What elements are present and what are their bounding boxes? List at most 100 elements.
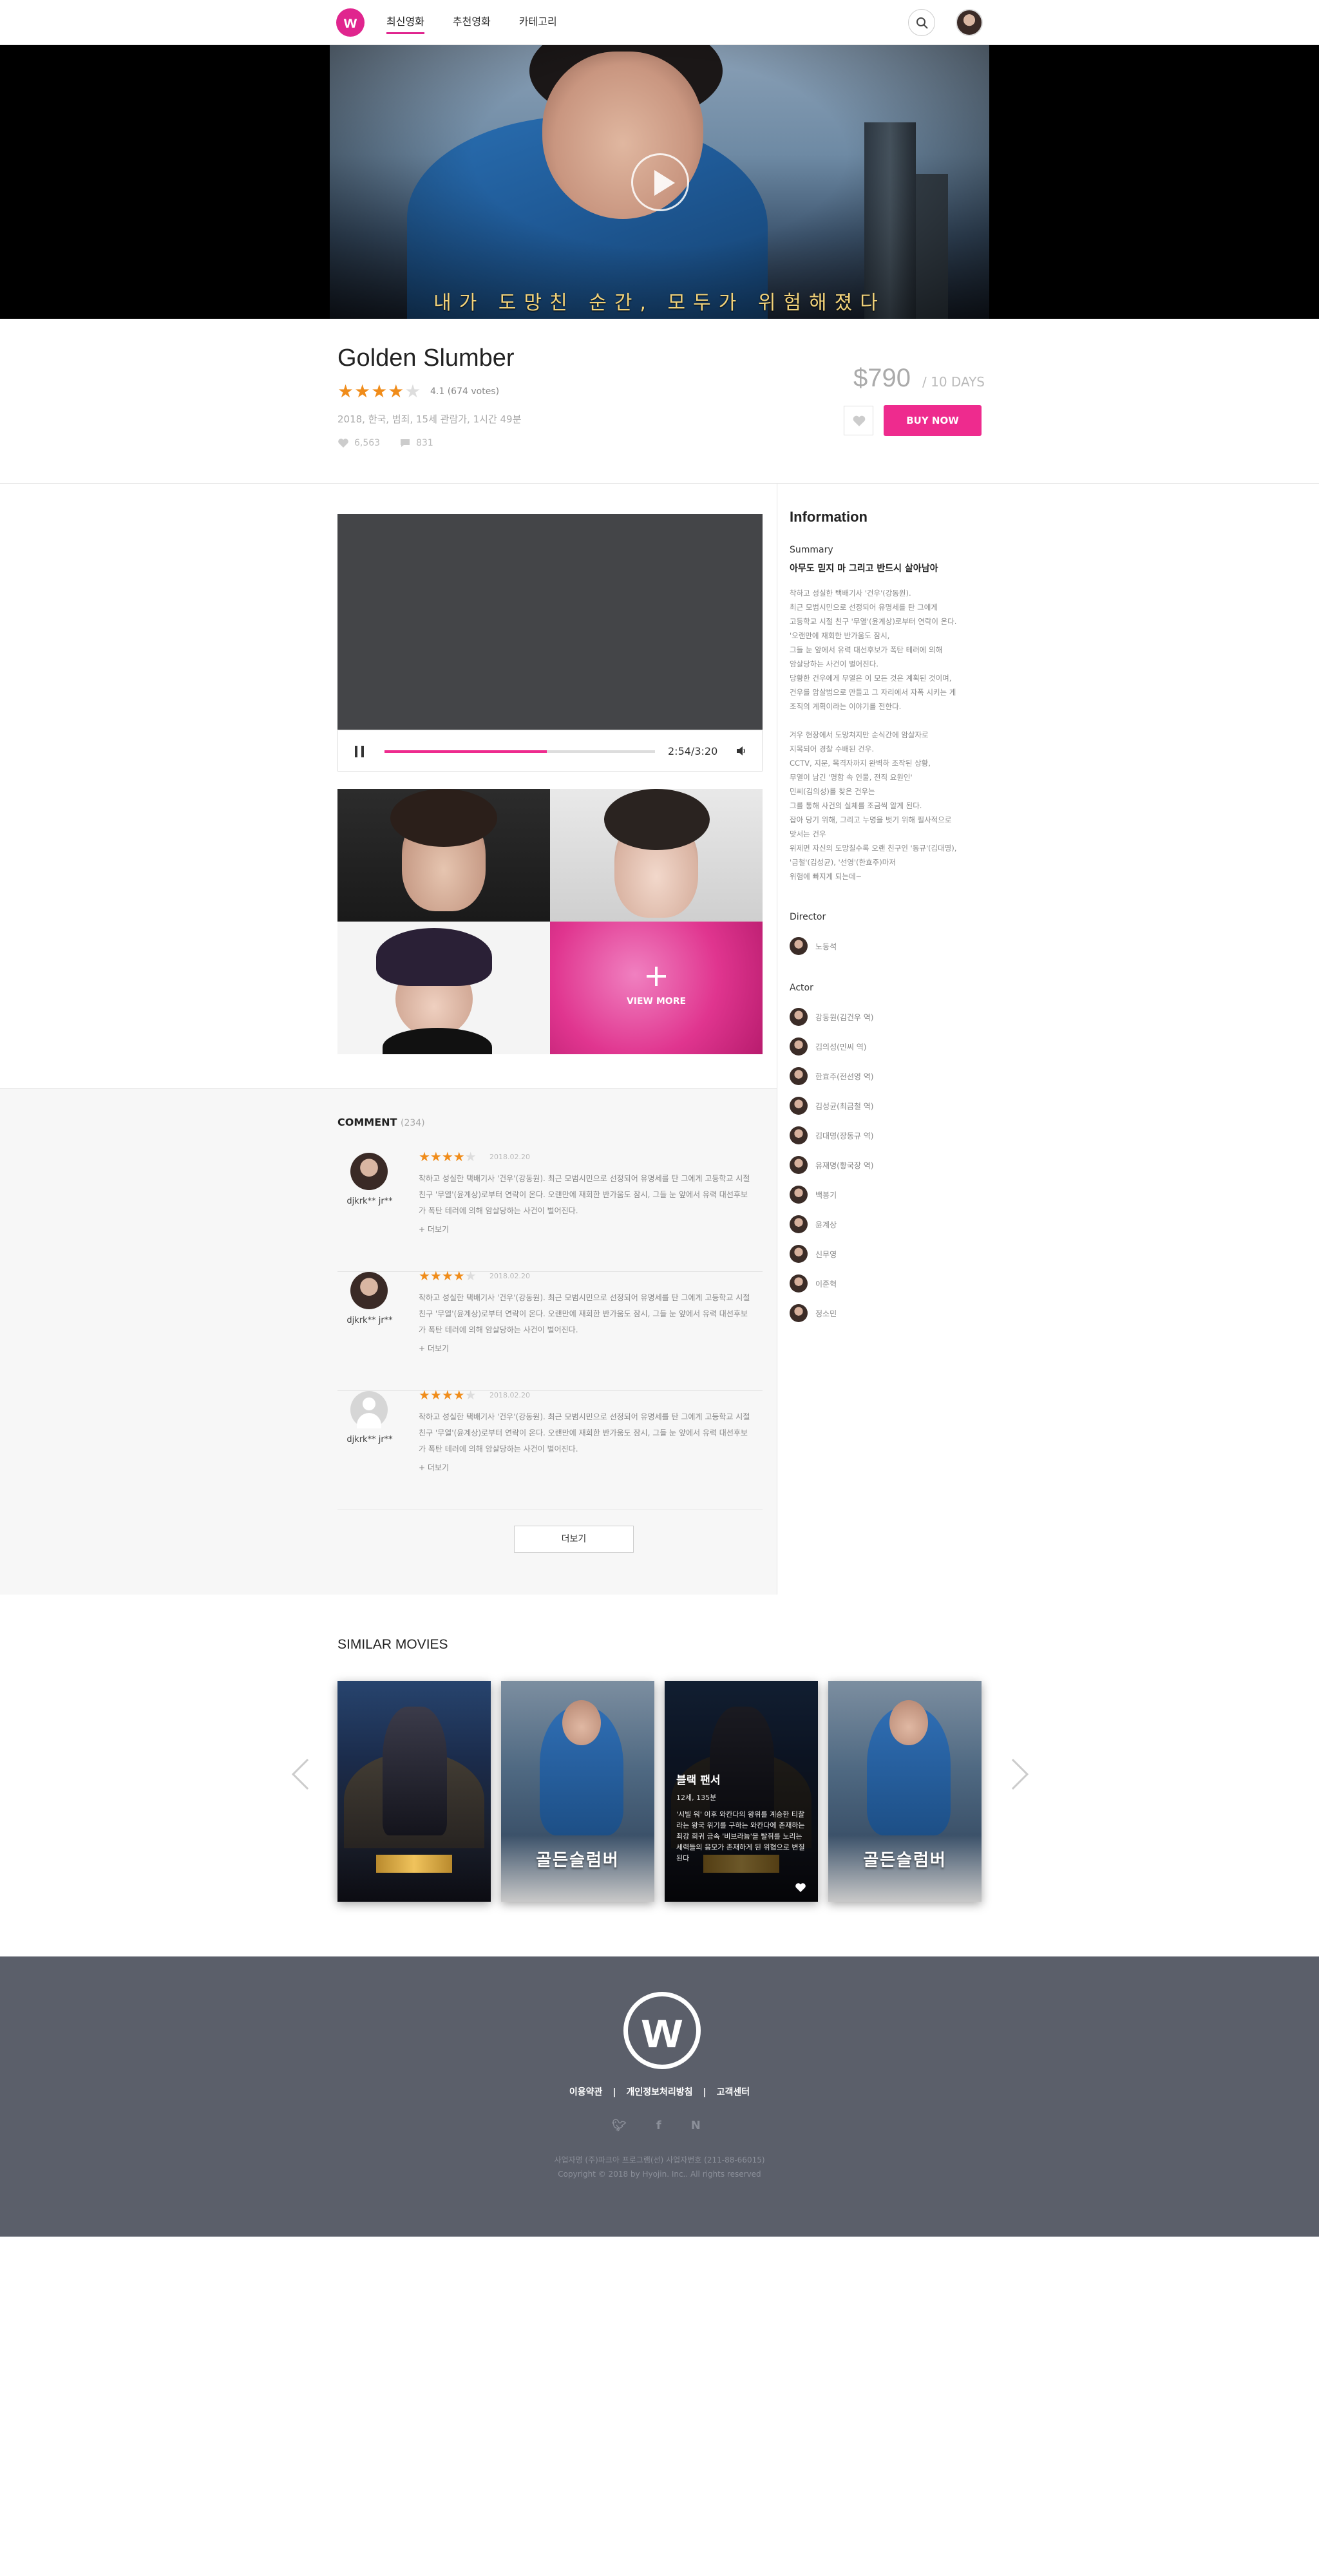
hero-trailer: 내가 도망친 순간, 모두가 위험해졌다 [0, 45, 1319, 319]
movie-summary-bar: Golden Slumber ★★★★★ 4.1 (674 votes) 201… [0, 319, 1319, 484]
footer-separator: | [703, 2087, 707, 2098]
twitter-icon[interactable]: 🐦︎ [612, 2119, 627, 2132]
comment-date: 2018.02.20 [489, 1153, 530, 1161]
heart-icon[interactable] [795, 1882, 806, 1893]
person-item[interactable]: 신무영 [790, 1239, 989, 1269]
load-more-button[interactable]: 더보기 [514, 1526, 634, 1553]
person-item[interactable]: 김의성(민씨 역) [790, 1032, 989, 1061]
comment-stars: ★★★★★ [419, 1387, 477, 1403]
movie-stats: 6,563 831 [337, 438, 433, 448]
person-item[interactable]: 강동원(김건우 역) [790, 1002, 989, 1032]
movie-meta: 2018, 한국, 범죄, 15세 관람가, 1시간 49분 [337, 413, 522, 425]
poster-title: 블랙 팬서 [676, 1774, 721, 1787]
price-unit: / 10 DAYS [922, 374, 985, 390]
gallery-still[interactable] [550, 789, 763, 922]
person-name: 이준혁 [815, 1279, 837, 1289]
brand-logo[interactable]: w [336, 8, 365, 37]
comment-text: 착하고 성실한 택배기사 '건우'(강동원). 최근 모범시민으로 선정되어 유… [419, 1412, 750, 1454]
progress-bar[interactable] [384, 750, 655, 753]
person-name: 강동원(김건우 역) [815, 1012, 874, 1022]
footer-link-privacy[interactable]: 개인정보처리방침 [626, 2087, 692, 2098]
person-item[interactable]: 김대명(장동규 역) [790, 1121, 989, 1150]
site-footer: 이용약관 | 개인정보처리방침 | 고객센터 🐦︎ f N 사업자명 (주)파크아 프로… [0, 1956, 1319, 2237]
person-avatar [790, 1274, 808, 1293]
person-avatar [790, 1156, 808, 1174]
similar-movies-title: SIMILAR MOVIES [337, 1637, 448, 1652]
person-avatar [790, 1245, 808, 1263]
search-button[interactable] [908, 9, 935, 36]
footer-link-terms[interactable]: 이용약관 [569, 2087, 603, 2098]
person-avatar [790, 937, 808, 955]
similar-movie-poster[interactable]: 블랙 팬서 12세, 135분 '시빌 워' 이후 와칸다의 왕위를 계승한 티찰라… [665, 1681, 818, 1902]
naver-icon[interactable]: N [691, 2119, 701, 2132]
comment-icon [401, 439, 410, 447]
comments-count: 831 [416, 438, 433, 448]
gallery-still[interactable] [337, 922, 550, 1054]
person-name: 윤계상 [815, 1220, 837, 1229]
carousel-next-icon[interactable] [997, 1758, 1029, 1790]
hero-image: 내가 도망친 순간, 모두가 위험해졌다 [330, 45, 989, 319]
similar-movie-poster[interactable]: 골든슬럼버 [828, 1681, 982, 1902]
comment-item: djkrk** jr** ★★★★★ 2018.02.20 착하고 성실한 택배기사 … [337, 1387, 763, 1510]
information-panel: Information Summary 아무도 믿지 마 그리고 반드시 살아남… [790, 509, 989, 1328]
nav-item-latest[interactable]: 최신영화 [386, 0, 424, 45]
plus-icon [647, 967, 666, 986]
person-item[interactable]: 이준혁 [790, 1269, 989, 1298]
director-label: Director [790, 912, 826, 922]
person-item[interactable]: 윤계상 [790, 1209, 989, 1239]
person-item[interactable]: 유재명(황국장 역) [790, 1150, 989, 1180]
likes-count: 6,563 [354, 438, 381, 448]
similar-movie-poster[interactable]: 골든슬럼버 [501, 1681, 654, 1902]
comment-more-link[interactable]: + 더보기 [419, 1343, 449, 1354]
facebook-icon[interactable]: f [656, 2119, 661, 2132]
person-item[interactable]: 한효주(전선영 역) [790, 1061, 989, 1091]
view-more-tile[interactable]: VIEW MORE [550, 922, 763, 1054]
poster-meta: 12세, 135분 [676, 1794, 717, 1802]
hero-subtitle: 내가 도망친 순간, 모두가 위험해졌다 [433, 292, 886, 314]
person-item[interactable]: 정소민 [790, 1298, 989, 1328]
poster-title-art: 골든슬럼버 [536, 1851, 620, 1870]
price: $790 [853, 364, 911, 392]
nav-item-category[interactable]: 카테고리 [519, 0, 557, 45]
heart-icon [338, 439, 348, 448]
comment-more-link[interactable]: + 더보기 [419, 1462, 449, 1473]
person-name: 한효주(전선영 역) [815, 1072, 874, 1081]
commenter-name: djkrk** jr** [346, 1316, 393, 1325]
person-avatar [790, 1037, 808, 1056]
wishlist-button[interactable] [844, 406, 873, 435]
footer-link-support[interactable]: 고객센터 [717, 2087, 750, 2098]
person-name: 신무영 [815, 1249, 837, 1259]
summary-heading: 아무도 믿지 마 그리고 반드시 살아남아 [790, 564, 938, 574]
person-item[interactable]: 노동석 [790, 931, 989, 961]
play-icon[interactable] [631, 153, 689, 211]
person-name: 김성균(최금철 역) [815, 1101, 874, 1111]
commenter-avatar [350, 1153, 388, 1190]
footer-links: 이용약관 | 개인정보처리방침 | 고객센터 [0, 2085, 1319, 2098]
buy-now-button[interactable]: BUY NOW [884, 405, 982, 436]
person-item[interactable]: 백봉기 [790, 1180, 989, 1209]
comment-date: 2018.02.20 [489, 1272, 530, 1280]
nav-item-recommended[interactable]: 추천영화 [453, 0, 491, 45]
carousel-prev-icon[interactable] [291, 1758, 323, 1790]
comment-stars: ★★★★★ [419, 1149, 477, 1164]
copyright: Copyright © 2018 by Hyojin. Inc.. All ri… [558, 2170, 761, 2179]
person-avatar [790, 1008, 808, 1026]
person-name: 유재명(황국장 역) [815, 1160, 874, 1170]
pause-icon[interactable] [355, 746, 364, 757]
video-player[interactable]: 2:54/3:20 [337, 514, 763, 772]
gallery-still[interactable] [337, 789, 550, 922]
poster-description: '시빌 워' 이후 와칸다의 왕위를 계승한 티찰라는 왕국 위기를 구하는 와… [676, 1810, 805, 1862]
comment-more-link[interactable]: + 더보기 [419, 1224, 449, 1235]
person-item[interactable]: 김성균(최금철 역) [790, 1091, 989, 1121]
top-header: w 최신영화 추천영화 카테고리 [0, 0, 1319, 45]
user-avatar[interactable] [956, 9, 983, 36]
similar-movie-poster[interactable] [337, 1681, 491, 1902]
movie-title: Golden Slumber [337, 345, 515, 372]
footer-separator: | [612, 2087, 616, 2098]
search-icon [916, 17, 928, 29]
person-avatar [790, 1215, 808, 1233]
volume-icon[interactable] [735, 744, 748, 757]
person-name: 김의성(민씨 역) [815, 1042, 867, 1052]
comment-item: djkrk** jr** ★★★★★ 2018.02.20 착하고 성실한 택배기사 … [337, 1149, 763, 1272]
footer-logo [623, 1992, 701, 2069]
